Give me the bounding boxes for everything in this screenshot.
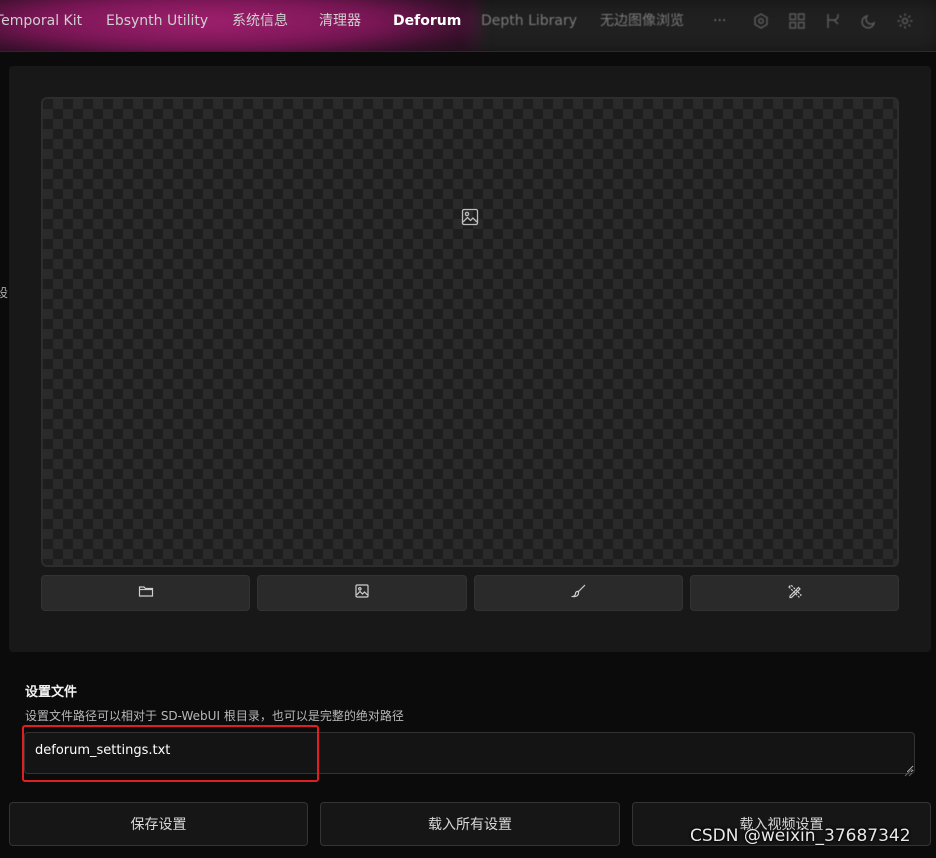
gear-icon[interactable]: [896, 12, 914, 30]
tab-system-info[interactable]: 系统信息: [232, 0, 288, 51]
tab-infinite-image-browsing[interactable]: 无边图像浏览: [600, 0, 684, 51]
save-settings-button[interactable]: 保存设置: [9, 802, 308, 846]
tab-cleaner[interactable]: 清理器: [319, 0, 361, 51]
tab-ebsynth-utility[interactable]: Ebsynth Utility: [106, 0, 208, 51]
settings-hex-icon[interactable]: [752, 12, 770, 30]
resize-grip-icon[interactable]: [903, 762, 913, 777]
branch-icon[interactable]: [824, 12, 842, 30]
tab-depth-library[interactable]: Depth Library: [481, 0, 577, 51]
moon-icon[interactable]: [860, 12, 878, 30]
grid-icon[interactable]: [788, 12, 806, 30]
settings-file-input[interactable]: deforum_settings.txt: [24, 732, 915, 774]
pencil-ruler-icon: [787, 583, 803, 603]
tab-temporal-kit[interactable]: Temporal Kit: [0, 0, 82, 51]
brush-button[interactable]: [474, 575, 683, 611]
clipped-side-label: 设: [0, 286, 9, 300]
image-upload-canvas[interactable]: [41, 97, 899, 567]
image-placeholder-icon: [460, 207, 480, 227]
watermark: CSDN @weixin_37687342: [690, 826, 911, 846]
settings-file-hint: 设置文件路径可以相对于 SD-WebUI 根目录，也可以是完整的绝对路径: [25, 709, 404, 723]
paste-image-button[interactable]: [257, 575, 467, 611]
brush-icon: [570, 583, 587, 603]
top-tab-bar: Temporal Kit Ebsynth Utility 系统信息 清理器 De…: [0, 0, 936, 52]
tab-more[interactable]: ···: [713, 0, 726, 51]
settings-file-label: 设置文件: [25, 685, 78, 700]
upload-folder-button[interactable]: [41, 575, 250, 611]
load-all-settings-button[interactable]: 载入所有设置: [320, 802, 620, 846]
tab-deforum[interactable]: Deforum: [393, 0, 461, 51]
active-tab-underline: [381, 51, 461, 52]
image-icon: [354, 583, 370, 603]
sketch-tools-button[interactable]: [690, 575, 899, 611]
folder-icon: [138, 583, 154, 603]
